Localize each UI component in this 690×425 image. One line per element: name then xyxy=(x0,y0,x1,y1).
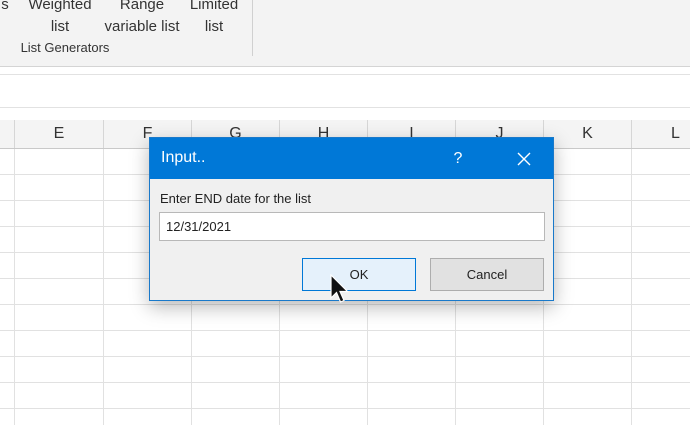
group-label-list-generators: List Generators xyxy=(20,40,110,55)
grid-col-line xyxy=(103,149,104,425)
cancel-button[interactable]: Cancel xyxy=(430,258,544,291)
weighted-list-button[interactable]: Weighted list xyxy=(22,0,98,38)
ribbon-button-line1: s xyxy=(1,0,9,13)
help-button[interactable]: ? xyxy=(440,138,476,179)
dialog-titlebar[interactable]: Input.. ? xyxy=(150,138,553,179)
ribbon-button-line2: list xyxy=(50,18,70,35)
ribbon-button-line1: Limited xyxy=(189,0,239,13)
column-header-l[interactable]: L xyxy=(632,120,690,148)
ribbon-button-line2: variable list xyxy=(104,18,180,35)
ribbon-button-line2: list xyxy=(204,18,224,35)
select-all-corner[interactable] xyxy=(0,120,15,148)
ribbon-button-line1: Range xyxy=(119,0,165,13)
ribbon: s st Weighted list Range variable list L… xyxy=(0,0,690,67)
grid-col-line xyxy=(14,149,15,425)
formula-bar[interactable] xyxy=(0,74,690,108)
column-header-k[interactable]: K xyxy=(544,120,632,148)
prompt-label: Enter END date for the list xyxy=(160,191,312,206)
input-dialog: Input.. ? Enter END date for the list OK… xyxy=(149,137,554,301)
ribbon-button-partial[interactable]: s st xyxy=(0,0,16,38)
ribbon-button-line1: Weighted xyxy=(28,0,92,13)
end-date-input[interactable] xyxy=(159,212,545,241)
group-separator xyxy=(252,0,253,56)
range-variable-list-button[interactable]: Range variable list xyxy=(98,0,186,38)
dialog-title: Input.. xyxy=(161,149,206,166)
grid-col-line xyxy=(631,149,632,425)
mouse-cursor-icon xyxy=(330,274,349,303)
limited-list-button[interactable]: Limited list xyxy=(188,0,240,38)
column-header-e[interactable]: E xyxy=(15,120,104,148)
ok-button[interactable]: OK xyxy=(302,258,416,291)
close-button[interactable] xyxy=(502,138,546,179)
close-icon xyxy=(517,152,531,165)
